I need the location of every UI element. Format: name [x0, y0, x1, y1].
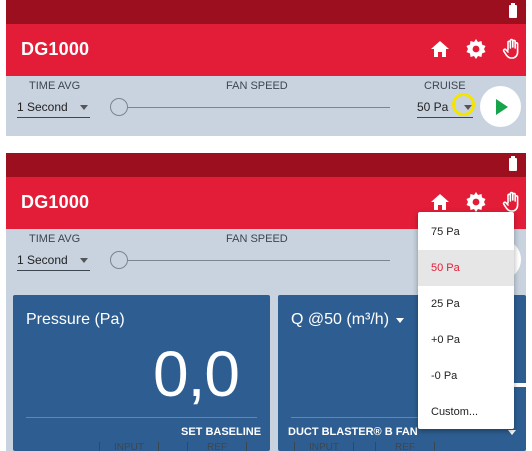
tab-ref[interactable]: REF	[375, 442, 435, 451]
status-bar	[6, 0, 526, 24]
chevron-down-icon[interactable]	[396, 318, 404, 323]
fan-speed-track[interactable]	[110, 260, 390, 261]
battery-icon	[509, 156, 517, 171]
home-icon[interactable]	[428, 190, 452, 214]
menu-item-minus0pa[interactable]: -0 Pa	[418, 358, 514, 394]
tab-input[interactable]: INPUT	[99, 442, 159, 451]
time-avg-value: 1 Second	[17, 253, 68, 267]
menu-item-custom[interactable]: Custom...	[418, 394, 514, 430]
fan-speed-thumb[interactable]	[110, 251, 128, 269]
cruise-value: 50 Pa	[417, 100, 449, 114]
chevron-down-icon	[80, 258, 88, 263]
menu-item-plus0pa[interactable]: +0 Pa	[418, 322, 514, 358]
time-avg-select[interactable]: 1 Second	[17, 249, 90, 271]
cruise-menu: 75 Pa 50 Pa 25 Pa +0 Pa -0 Pa Custom...	[418, 212, 514, 429]
time-avg-label: TIME AVG	[29, 80, 81, 92]
controls-bar: TIME AVG 1 Second FAN SPEED CRUISE 50 Pa	[6, 76, 526, 136]
menu-item-50pa[interactable]: 50 Pa	[418, 250, 514, 286]
pressure-title: Pressure (Pa)	[26, 311, 125, 328]
menu-item-75pa[interactable]: 75 Pa	[418, 214, 514, 250]
home-icon[interactable]	[428, 37, 452, 61]
fan-speed-label: FAN SPEED	[226, 80, 288, 92]
app-title: DG1000	[21, 39, 90, 59]
hand-icon[interactable]	[500, 37, 524, 61]
pressure-panel: Pressure (Pa) 0,0 SET BASELINE	[13, 295, 270, 451]
divider	[26, 417, 257, 418]
gear-icon[interactable]	[464, 37, 488, 61]
pressure-value: 0,0	[153, 338, 240, 410]
time-avg-label: TIME AVG	[29, 233, 81, 245]
screen-collapsed: DG1000 TIME AVG 1 Second FAN SPEED CRUIS…	[6, 0, 526, 136]
fan-speed-label: FAN SPEED	[226, 233, 288, 245]
app-bar: DG1000	[6, 24, 526, 76]
status-bar	[6, 153, 526, 177]
play-button[interactable]	[480, 86, 521, 127]
fan-speed-thumb[interactable]	[110, 98, 128, 116]
hand-icon[interactable]	[500, 190, 524, 214]
cruise-label: CRUISE	[424, 80, 466, 92]
set-baseline-button[interactable]: SET BASELINE	[181, 426, 261, 438]
chevron-down-icon[interactable]	[508, 430, 516, 435]
tab-ref[interactable]: REF	[187, 442, 247, 451]
flow-value-dash	[514, 383, 526, 387]
gear-icon[interactable]	[464, 190, 488, 214]
time-avg-select[interactable]: 1 Second	[17, 96, 90, 118]
tab-input[interactable]: INPUT	[294, 442, 354, 451]
flow-title[interactable]: Q @50 (m³/h)	[291, 311, 389, 329]
device-select[interactable]: DUCT BLASTER® B FAN	[288, 426, 418, 438]
highlight-ring	[452, 93, 475, 116]
battery-icon	[509, 3, 517, 18]
app-title: DG1000	[21, 192, 90, 212]
chevron-down-icon	[80, 105, 88, 110]
screen-expanded: DG1000 TIME AVG 1 Second FAN SPEED Press…	[6, 153, 526, 451]
menu-item-25pa[interactable]: 25 Pa	[418, 286, 514, 322]
fan-speed-track[interactable]	[110, 107, 390, 108]
time-avg-value: 1 Second	[17, 100, 68, 114]
